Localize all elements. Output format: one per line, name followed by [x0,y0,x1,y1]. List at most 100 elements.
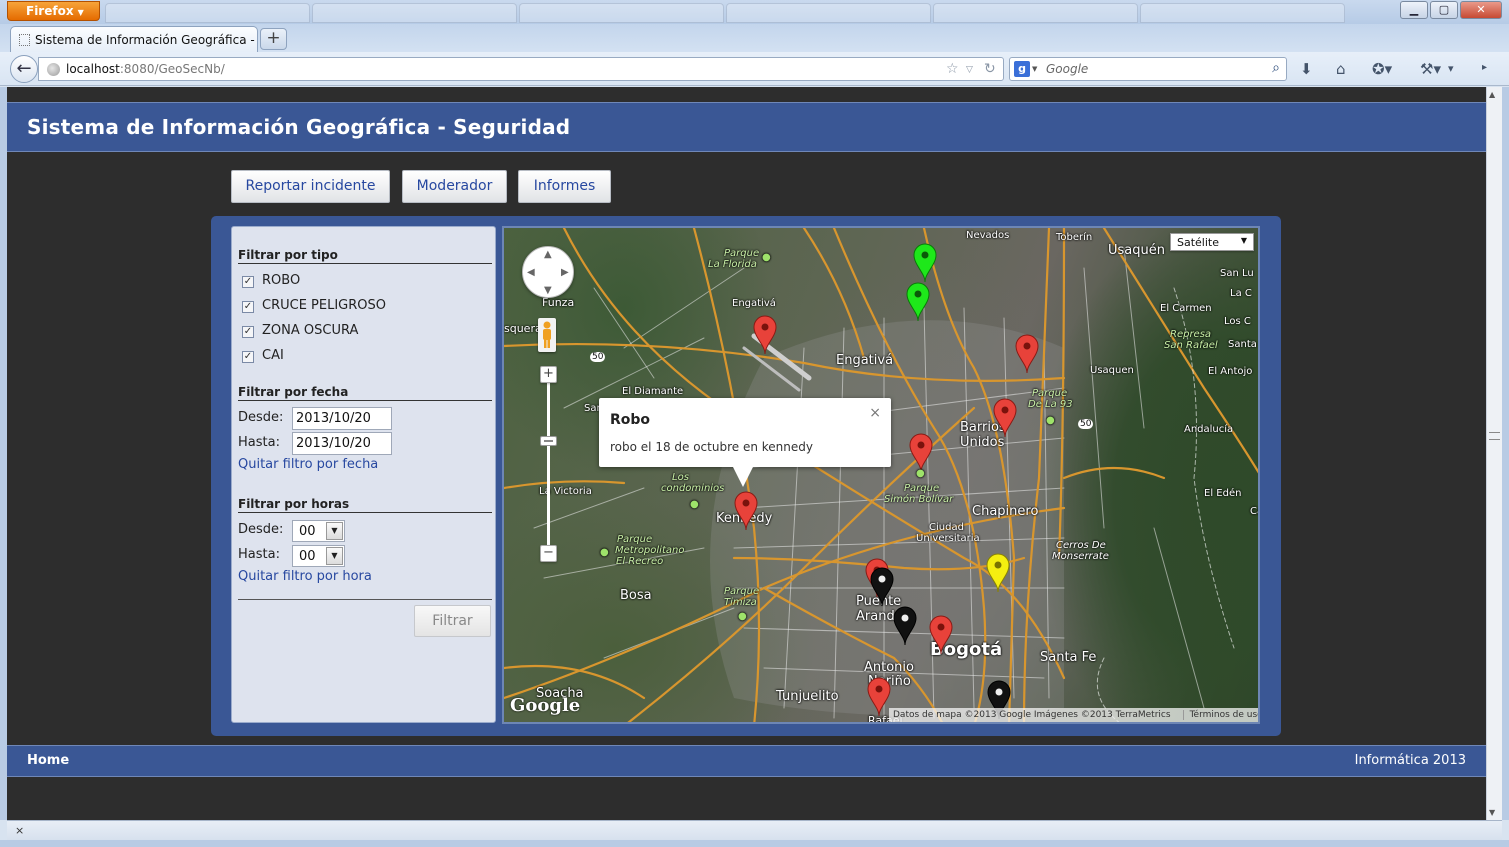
pan-right-icon[interactable]: ▶ [561,267,569,278]
map-label: Los C [1224,316,1251,327]
robo-marker[interactable] [1014,334,1040,374]
map-label: Parque [1032,388,1068,399]
zoom-out-icon[interactable]: − [540,545,557,562]
bookmarks-icon[interactable]: ✪▾ [1372,60,1392,78]
filter-hours-heading: Filtrar por horas [238,497,492,513]
park-icon: ● [1046,415,1055,426]
history-dropdown-icon[interactable]: ▽ [966,65,973,75]
clear-hour-filter-link[interactable]: Quitar filtro por hora [238,569,372,584]
map-canvas[interactable]: Nevados Toberín Usaquén San Lu La C El C… [502,226,1260,724]
pan-left-icon[interactable]: ◀ [527,267,535,278]
street-view-pegman-icon[interactable] [538,318,556,352]
filter-cai[interactable]: ✓ CAI [242,348,284,363]
home-link[interactable]: Home [27,753,69,768]
vertical-scrollbar[interactable]: ▲ ▼ [1486,87,1502,820]
reload-icon[interactable]: ↻ [984,61,996,77]
robo-marker[interactable] [992,398,1018,438]
informes-button[interactable]: Informes [518,170,611,203]
home-icon[interactable]: ⌂ [1336,60,1346,78]
google-logo[interactable]: Google [510,695,580,716]
chevron-down-icon[interactable]: ▼ [326,547,343,565]
firefox-menu-button[interactable]: Firefox ▼ [7,1,100,21]
minimize-icon[interactable]: ▁ [1400,1,1428,19]
download-icon[interactable]: ⬇ [1300,60,1313,78]
moderador-button[interactable]: Moderador [402,170,507,203]
tools-icon[interactable]: ⚒▾ [1420,60,1441,78]
cai-marker[interactable] [985,553,1011,593]
bookmark-star-icon[interactable]: ☆ [946,61,959,77]
info-window: Robo robo el 18 de octubre en kennedy × [599,398,891,487]
clear-date-filter-link[interactable]: Quitar filtro por fecha [238,457,378,472]
url-bar[interactable]: localhost:8080/GeoSecNb/ ☆ ▽ ↻ [38,57,1004,81]
checkbox-checked-icon[interactable]: ✓ [242,351,254,363]
terms-of-use-link[interactable]: Términos de uso [1182,710,1258,720]
park-icon: ● [690,499,699,510]
checkbox-checked-icon[interactable]: ✓ [242,301,254,313]
park-icon: ● [916,468,925,479]
scroll-down-icon[interactable]: ▼ [1489,808,1495,817]
new-tab-button[interactable]: + [260,28,287,50]
status-bar: × [7,820,1502,840]
scroll-grip-icon[interactable] [1489,432,1500,440]
pan-control[interactable]: ▲ ▼ ◀ ▶ [522,246,574,298]
background-tab[interactable] [312,3,517,23]
zoom-slider-handle[interactable] [540,436,557,446]
hour-from-select[interactable]: 00 ▼ [292,520,345,542]
active-tab[interactable]: Sistema de Información Geográfica - Se..… [10,26,258,52]
background-tab[interactable] [105,3,310,23]
maximize-icon[interactable]: ▢ [1430,1,1458,19]
filter-zona-oscura[interactable]: ✓ ZONA OSCURA [242,323,358,338]
search-bar[interactable]: g ▼ Google ⌕ [1009,57,1287,81]
map-label: El Carmen [1160,303,1212,314]
footer-credit: Informática 2013 [1354,753,1466,768]
chevron-down-icon[interactable]: ▼ [326,522,343,540]
robo-marker[interactable] [733,491,759,531]
cruce-peligroso-marker[interactable] [905,282,931,322]
background-tab[interactable] [726,3,931,23]
search-icon[interactable]: ⌕ [1272,60,1280,76]
filtrar-button[interactable]: Filtrar [414,605,491,637]
checkbox-checked-icon[interactable]: ✓ [242,276,254,288]
hour-to-value: 00 [299,549,316,564]
map-label: Tunjuelito [776,689,839,704]
hour-to-select[interactable]: 00 ▼ [292,545,345,567]
map-label: San Rafael [1164,340,1218,351]
page-viewport: Sistema de Información Geográfica - Segu… [7,87,1486,820]
zoom-in-icon[interactable]: + [540,366,557,383]
overflow-icon[interactable]: ▾ [1448,62,1454,75]
zona-oscura-marker[interactable] [892,606,918,646]
pan-up-icon[interactable]: ▲ [544,249,552,260]
page-title: Sistema de Información Geográfica - Segu… [27,115,571,139]
checkbox-checked-icon[interactable]: ✓ [242,326,254,338]
close-icon[interactable]: ✕ [1460,1,1502,19]
reportar-incidente-button[interactable]: Reportar incidente [231,170,390,203]
zoom-slider-track[interactable] [547,374,550,554]
map-label: Parque [724,248,760,259]
engine-dropdown-icon[interactable]: ▼ [1032,65,1037,73]
background-tab[interactable] [519,3,724,23]
map-label: Los [672,472,689,483]
google-engine-icon[interactable]: g [1014,61,1030,77]
pan-down-icon[interactable]: ▼ [544,285,552,296]
cruce-peligroso-marker[interactable] [912,243,938,283]
filter-cruce-peligroso[interactable]: ✓ CRUCE PELIGROSO [242,298,386,313]
site-footer: Home Informática 2013 [7,745,1486,777]
date-from-input[interactable]: 2013/10/20 [292,407,392,430]
map-label: condominios [661,483,725,494]
zona-oscura-marker[interactable] [869,567,895,607]
filter-robo[interactable]: ✓ ROBO [242,273,300,288]
scroll-up-icon[interactable]: ▲ [1489,90,1495,99]
robo-marker[interactable] [752,315,778,355]
map-type-select[interactable]: Satélite ▼ [1170,233,1254,251]
background-tab[interactable] [933,3,1138,23]
hour-from-label: Desde: [238,522,284,537]
chevron-right-icon[interactable]: ▸ [1482,62,1487,73]
robo-marker[interactable] [908,433,934,473]
dropdown-arrow-icon: ▼ [77,8,84,17]
back-arrow-icon[interactable]: ← [10,55,38,83]
background-tab[interactable] [1140,3,1345,23]
robo-marker[interactable] [928,615,954,655]
date-to-input[interactable]: 2013/10/20 [292,432,392,455]
close-icon[interactable]: × [869,405,881,421]
close-icon[interactable]: × [15,824,24,837]
